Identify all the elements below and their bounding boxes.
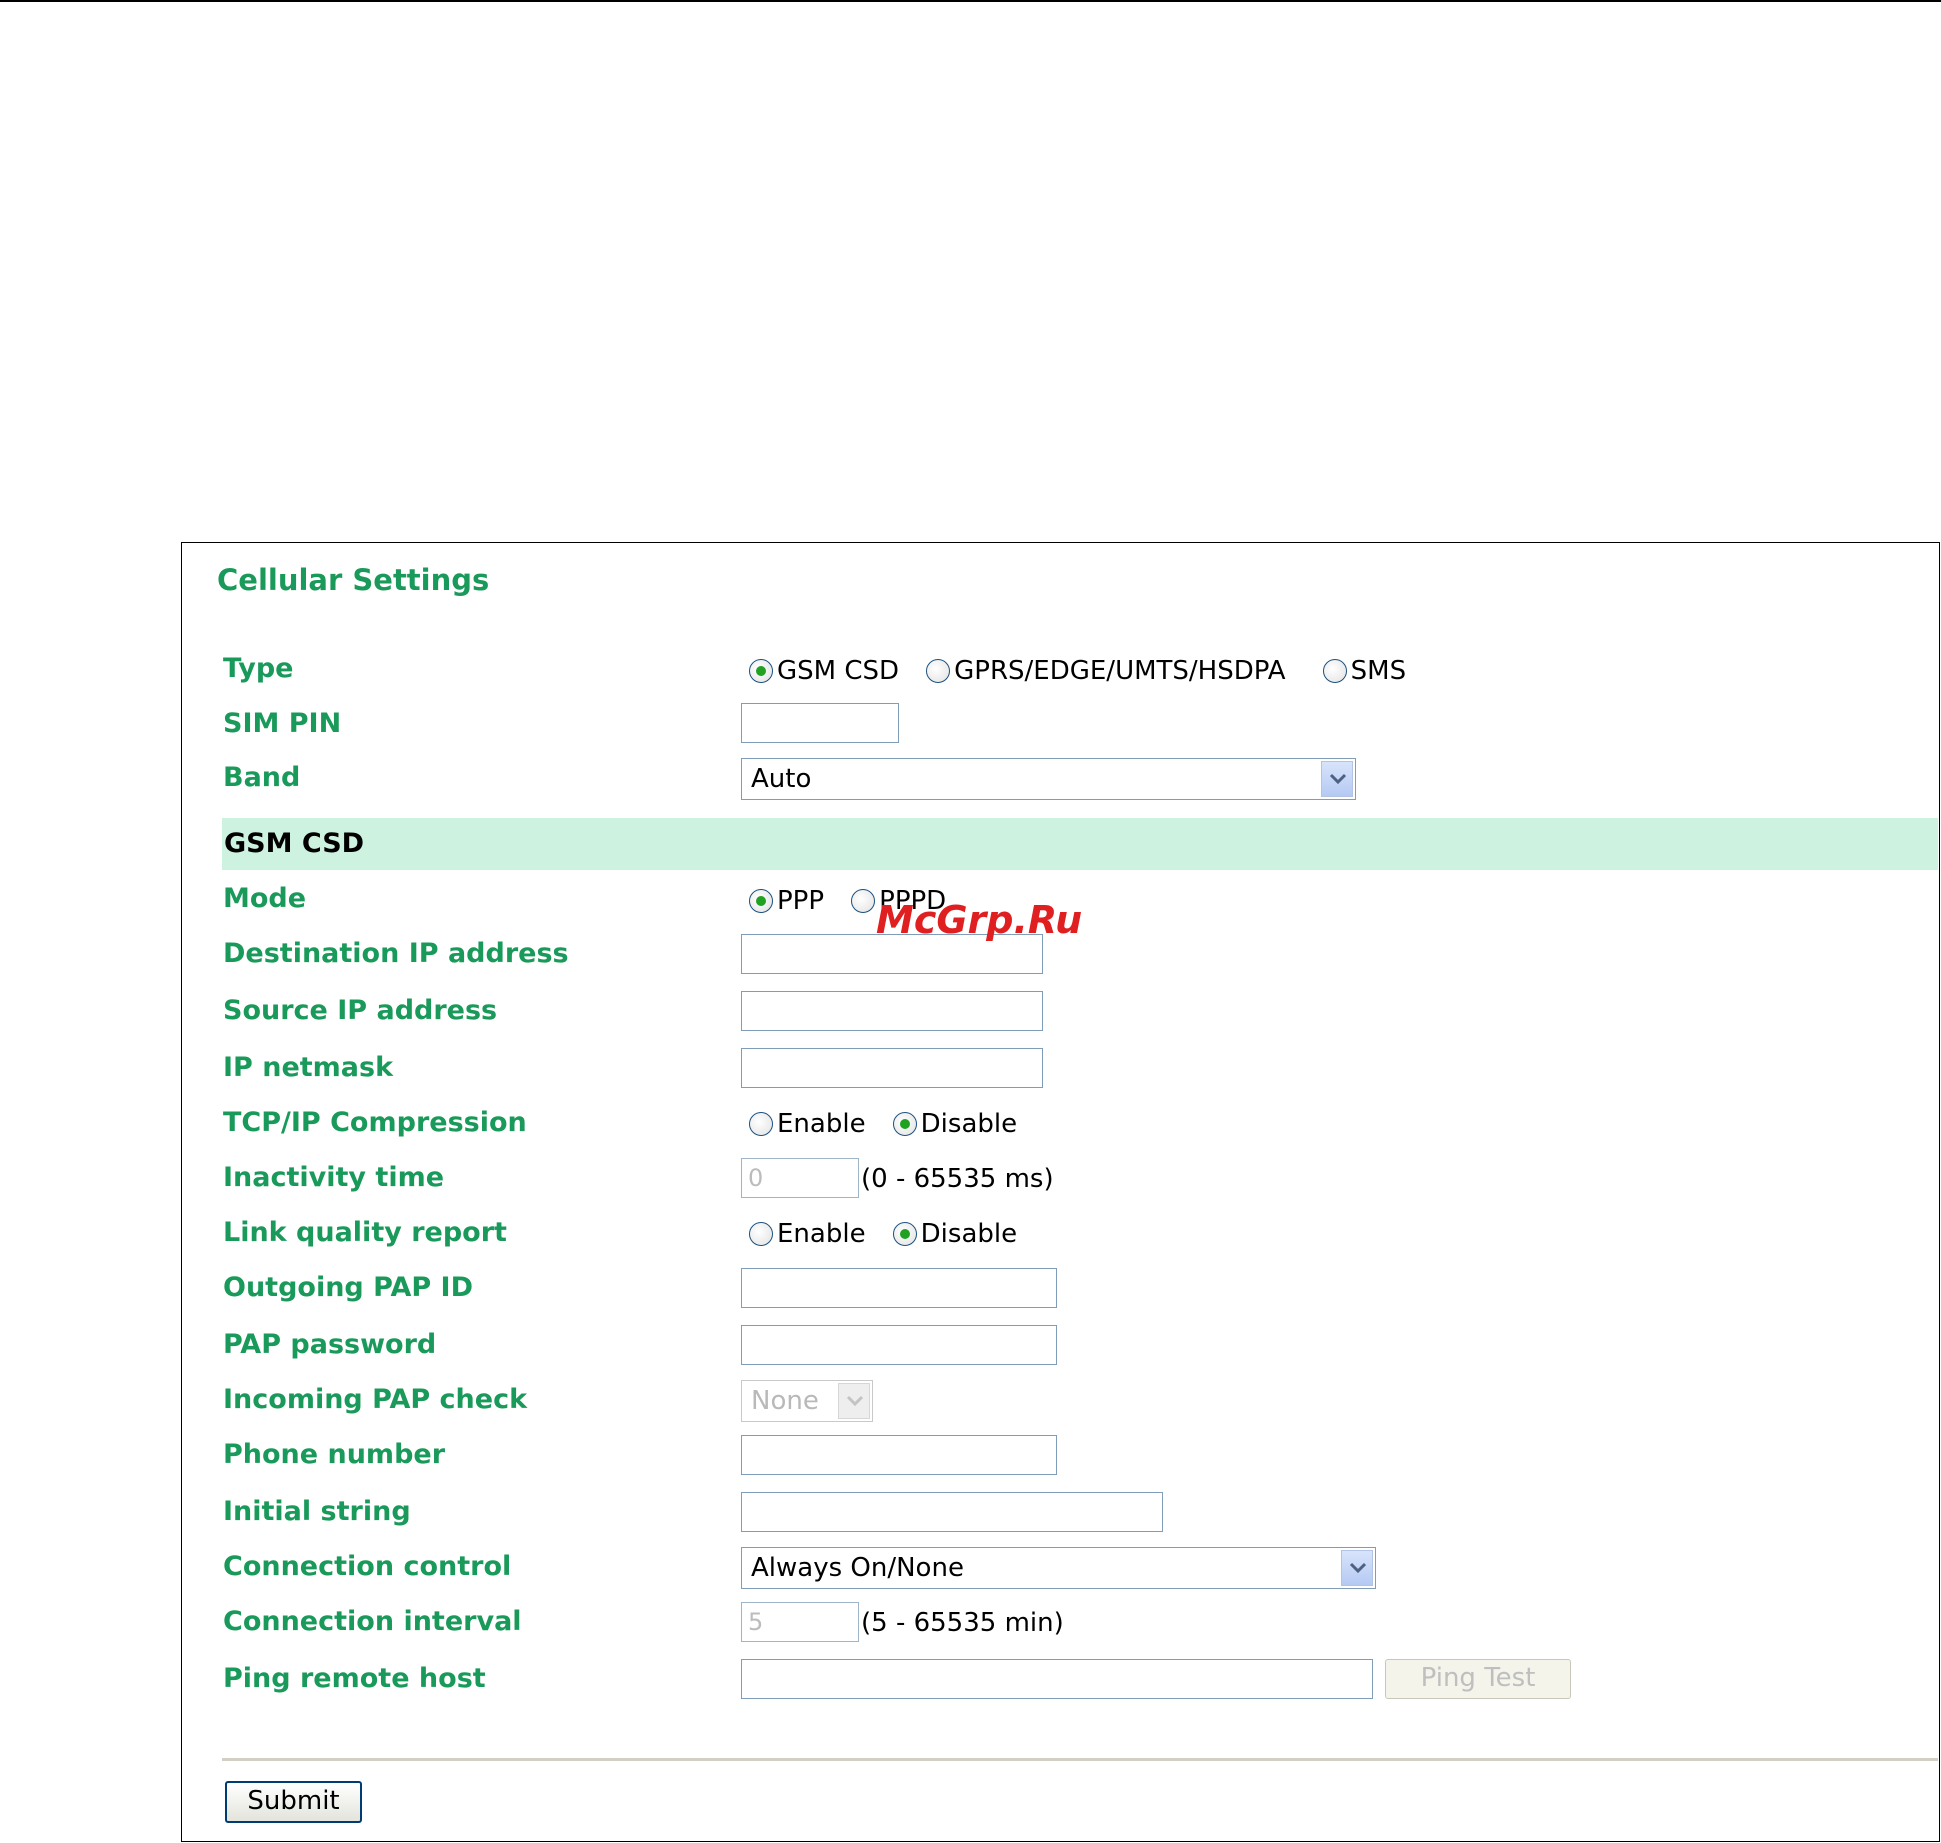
inactivity-time-hint: (0 - 65535 ms)	[861, 1164, 1054, 1194]
link-quality-enable-radio[interactable]: Enable	[749, 1219, 866, 1249]
chevron-down-icon	[838, 1383, 870, 1419]
radio-unchecked-icon	[749, 1222, 773, 1246]
band-select-value: Auto	[751, 764, 812, 794]
gsm-csd-section-header: GSM CSD	[222, 818, 1938, 870]
inactivity-time-label: Inactivity time	[223, 1162, 445, 1193]
tcp-compression-radio-group: Enable Disable	[749, 1109, 1039, 1143]
connection-control-select[interactable]: Always On/None	[741, 1547, 1376, 1589]
radio-unchecked-icon	[749, 1112, 773, 1136]
ip-netmask-input[interactable]	[741, 1048, 1043, 1088]
radio-unchecked-icon	[1322, 659, 1347, 683]
type-sms-radio[interactable]: SMS	[1322, 656, 1406, 686]
link-quality-label: Link quality report	[223, 1217, 507, 1248]
type-gprs-radio[interactable]: GPRS/EDGE/UMTS/HSDPA	[926, 656, 1286, 686]
band-select[interactable]: Auto	[741, 758, 1356, 800]
mode-ppp-radio[interactable]: PPP	[749, 886, 824, 916]
pap-check-select-value: None	[751, 1386, 819, 1416]
tcp-compression-disable-radio[interactable]: Disable	[892, 1109, 1017, 1139]
tcp-compression-enable-radio[interactable]: Enable	[749, 1109, 866, 1139]
cellular-settings-panel: Cellular Settings Type GSM CSD GPRS/EDGE…	[181, 542, 1940, 1842]
sim-pin-label: SIM PIN	[223, 708, 342, 739]
ping-test-button[interactable]: Ping Test	[1385, 1659, 1571, 1699]
radio-unchecked-icon	[851, 889, 876, 913]
type-radio-group: GSM CSD GPRS/EDGE/UMTS/HSDPA SMS	[749, 656, 1428, 690]
top-rule	[0, 0, 1941, 2]
pap-check-label: Incoming PAP check	[223, 1384, 528, 1415]
phone-number-input[interactable]	[741, 1435, 1057, 1475]
radio-unchecked-icon	[926, 659, 951, 683]
connection-control-select-value: Always On/None	[751, 1553, 964, 1583]
radio-checked-icon	[892, 1112, 917, 1136]
phone-number-label: Phone number	[223, 1439, 446, 1470]
chevron-down-icon	[1341, 1550, 1373, 1586]
type-gsm-csd-radio[interactable]: GSM CSD	[749, 656, 899, 686]
pap-password-label: PAP password	[223, 1329, 437, 1360]
radio-checked-icon	[749, 659, 773, 683]
ping-host-input[interactable]	[741, 1659, 1373, 1699]
band-label: Band	[223, 762, 301, 793]
source-ip-label: Source IP address	[223, 995, 498, 1026]
tcp-compression-label: TCP/IP Compression	[223, 1107, 527, 1138]
radio-checked-icon	[892, 1222, 917, 1246]
initial-string-input[interactable]	[741, 1492, 1163, 1532]
initial-string-label: Initial string	[223, 1496, 411, 1527]
pap-check-select[interactable]: None	[741, 1380, 873, 1422]
chevron-down-icon	[1321, 761, 1353, 797]
submit-button[interactable]: Submit	[225, 1781, 362, 1823]
section-title: GSM CSD	[224, 828, 365, 859]
type-label: Type	[223, 653, 294, 684]
connection-interval-input[interactable]	[741, 1602, 859, 1642]
destination-ip-label: Destination IP address	[223, 938, 569, 969]
ip-netmask-label: IP netmask	[223, 1052, 394, 1083]
link-quality-radio-group: Enable Disable	[749, 1219, 1039, 1253]
source-ip-input[interactable]	[741, 991, 1043, 1031]
panel-title: Cellular Settings	[217, 563, 490, 597]
radio-checked-icon	[749, 889, 773, 913]
pap-id-input[interactable]	[741, 1268, 1057, 1308]
pap-id-label: Outgoing PAP ID	[223, 1272, 474, 1303]
mode-label: Mode	[223, 883, 307, 914]
sim-pin-input[interactable]	[741, 703, 899, 743]
watermark-text: McGrp.Ru	[876, 898, 1083, 942]
pap-password-input[interactable]	[741, 1325, 1057, 1365]
inactivity-time-input[interactable]	[741, 1158, 859, 1198]
ping-host-label: Ping remote host	[223, 1663, 486, 1694]
connection-interval-label: Connection interval	[223, 1606, 522, 1637]
connection-interval-hint: (5 - 65535 min)	[861, 1608, 1064, 1638]
connection-control-label: Connection control	[223, 1551, 512, 1582]
link-quality-disable-radio[interactable]: Disable	[892, 1219, 1017, 1249]
form-divider	[222, 1758, 1938, 1761]
